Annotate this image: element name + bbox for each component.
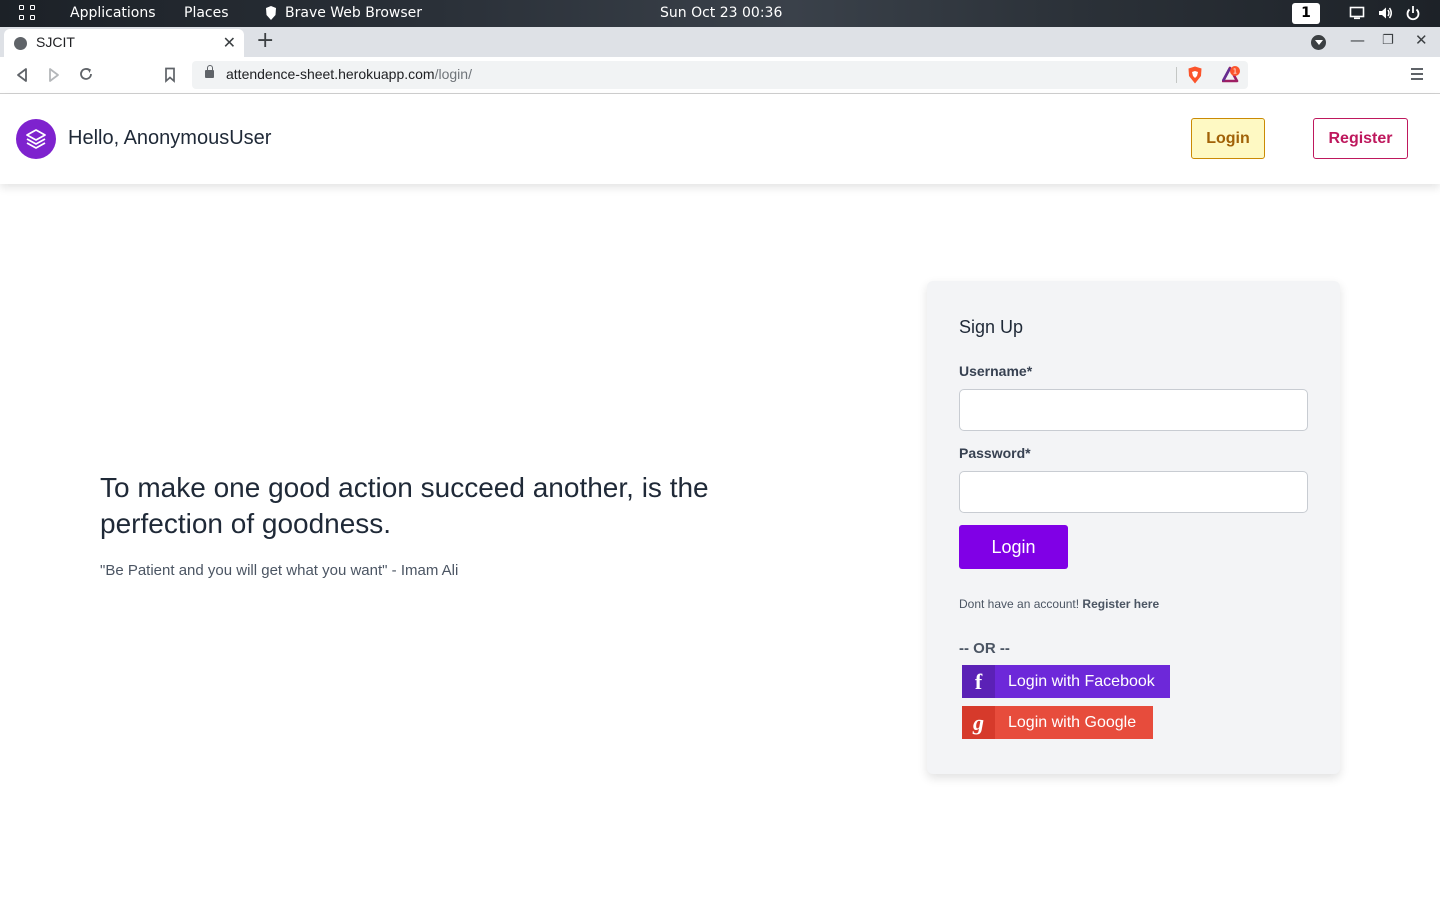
password-input[interactable] <box>959 471 1308 513</box>
rewards-badge: 1 <box>1233 67 1237 75</box>
hero-quote: To make one good action succeed another,… <box>100 472 709 539</box>
restore-icon[interactable]: ❐ <box>1382 33 1394 48</box>
password-label: Password* <box>959 445 1031 461</box>
layers-logo-icon[interactable] <box>16 119 56 159</box>
tab-search-icon[interactable] <box>1311 35 1326 50</box>
google-login-button[interactable]: g Login with Google <box>962 706 1153 739</box>
google-login-label: Login with Google <box>1008 714 1137 731</box>
workspace-indicator[interactable]: 1 <box>1292 3 1320 24</box>
apps-grid-icon[interactable] <box>19 5 38 22</box>
site-header: Hello, AnonymousUser Login Register <box>0 94 1440 184</box>
window-close-icon[interactable]: ✕ <box>1415 31 1428 49</box>
browser-tab[interactable]: SJCIT ✕ <box>4 29 244 57</box>
hero-subquote: "Be Patient and you will get what you wa… <box>100 562 459 579</box>
brave-lion-icon <box>266 6 276 20</box>
tab-strip: SJCIT ✕ + — ❐ ✕ <box>0 27 1440 57</box>
os-top-bar: Applications Places Brave Web Browser Su… <box>0 0 1440 27</box>
username-label: Username* <box>959 363 1033 379</box>
clock[interactable]: Sun Oct 23 00:36 <box>660 5 782 22</box>
no-account-text: Dont have an account! Register here <box>959 597 1160 611</box>
register-here-link[interactable]: Register here <box>1082 597 1159 611</box>
login-submit-button[interactable]: Login <box>959 525 1068 569</box>
address-bar[interactable]: attendence-sheet.herokuapp.com/login/ 1 <box>192 61 1248 89</box>
greeting-text: Hello, AnonymousUser <box>68 127 272 149</box>
new-tab-button[interactable]: + <box>256 28 274 54</box>
facebook-login-button[interactable]: f Login with Facebook <box>962 665 1170 698</box>
minimize-icon[interactable]: — <box>1350 31 1365 49</box>
hamburger-menu-icon[interactable] <box>1411 68 1423 80</box>
brave-shields-icon[interactable] <box>1187 66 1203 84</box>
globe-icon <box>14 37 27 50</box>
power-icon[interactable] <box>1405 5 1421 21</box>
username-input[interactable] <box>959 389 1308 431</box>
forward-icon[interactable] <box>47 67 61 83</box>
close-tab-icon[interactable]: ✕ <box>223 33 236 52</box>
google-icon: g <box>962 706 995 739</box>
places-menu[interactable]: Places <box>184 5 229 22</box>
browser-toolbar: attendence-sheet.herokuapp.com/login/ 1 <box>0 57 1440 94</box>
divider <box>1176 67 1177 83</box>
facebook-icon: f <box>962 665 995 698</box>
back-icon[interactable] <box>15 67 29 83</box>
active-app-name[interactable]: Brave Web Browser <box>285 5 422 22</box>
brave-rewards-icon[interactable]: 1 <box>1222 66 1240 84</box>
reload-icon[interactable] <box>78 66 94 82</box>
url-text[interactable]: attendence-sheet.herokuapp.com/login/ <box>226 66 472 82</box>
facebook-login-label: Login with Facebook <box>1008 673 1155 690</box>
tab-title: SJCIT <box>36 34 75 50</box>
header-login-button[interactable]: Login <box>1191 118 1265 159</box>
form-title: Sign Up <box>959 317 1024 337</box>
applications-menu[interactable]: Applications <box>70 5 156 22</box>
or-divider: -- OR -- <box>959 640 1010 657</box>
header-register-button[interactable]: Register <box>1313 118 1408 159</box>
display-icon[interactable] <box>1349 5 1365 21</box>
bookmark-icon[interactable] <box>164 67 176 83</box>
volume-icon[interactable] <box>1377 5 1393 21</box>
lock-icon[interactable] <box>205 65 214 78</box>
signup-card: Sign Up Username* Password* Login Dont h… <box>927 281 1340 774</box>
